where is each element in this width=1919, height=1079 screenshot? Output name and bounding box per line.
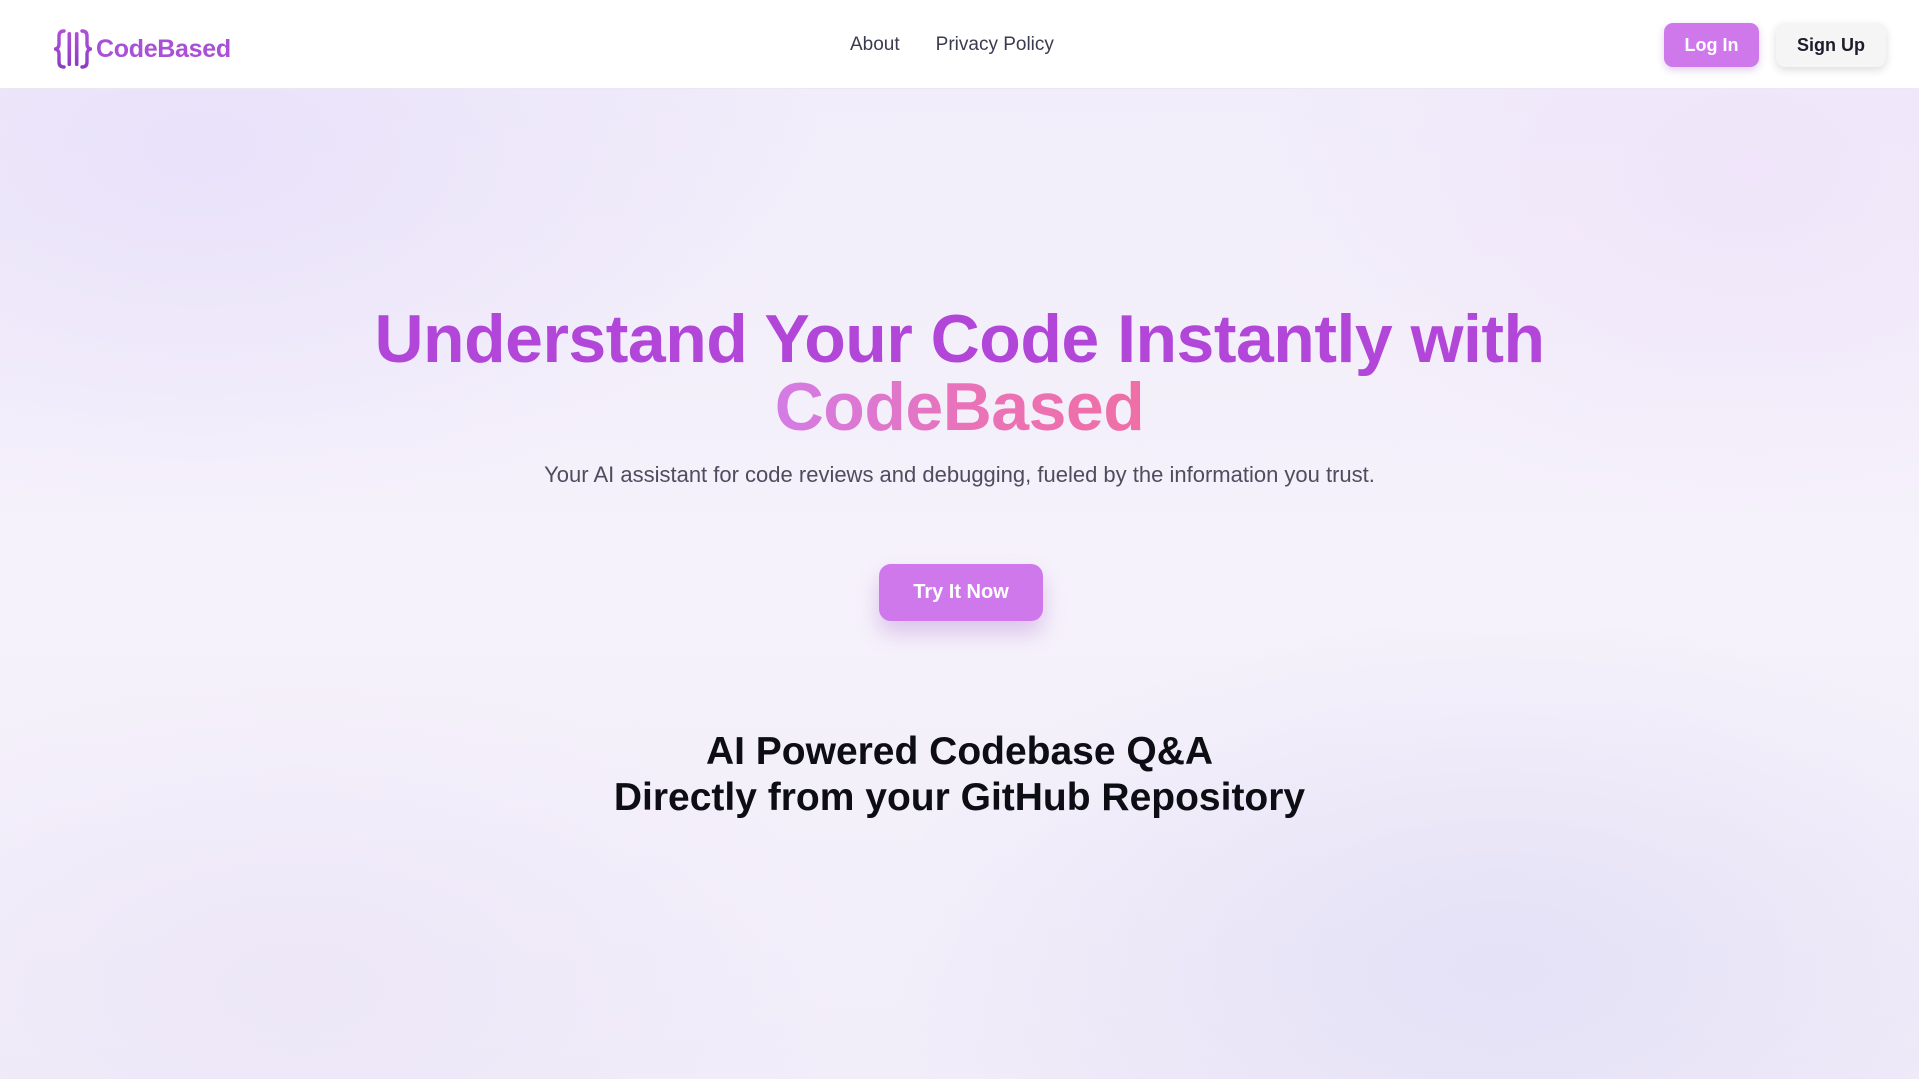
brand-name: CodeBased	[96, 35, 231, 63]
top-navbar: CodeBased About Privacy Policy Log In Si…	[0, 0, 1919, 89]
hero-headline-brand: CodeBased	[774, 369, 1145, 445]
login-button[interactable]: Log In	[1664, 23, 1759, 67]
brand-logo[interactable]: CodeBased	[54, 28, 231, 70]
main-nav: About Privacy Policy	[850, 30, 1054, 60]
hero-headline-line1: Understand Your Code Instantly with	[374, 301, 1545, 377]
features-section-title: AI Powered Codebase Q&A Directly from yo…	[0, 729, 1919, 821]
features-title-line2: Directly from your GitHub Repository	[613, 776, 1306, 819]
curly-brace-brackets-logo-icon	[54, 29, 92, 69]
landing-page: CodeBased About Privacy Policy Log In Si…	[0, 0, 1919, 1079]
try-it-now-button[interactable]: Try It Now	[879, 564, 1043, 621]
nav-link-about[interactable]: About	[850, 30, 900, 60]
hero-headline: Understand Your Code Instantly with Code…	[0, 305, 1919, 441]
features-title-line1: AI Powered Codebase Q&A	[705, 730, 1214, 773]
signup-button[interactable]: Sign Up	[1776, 23, 1886, 67]
nav-link-privacy-policy[interactable]: Privacy Policy	[936, 30, 1054, 60]
hero-subtitle: Your AI assistant for code reviews and d…	[544, 462, 1375, 487]
